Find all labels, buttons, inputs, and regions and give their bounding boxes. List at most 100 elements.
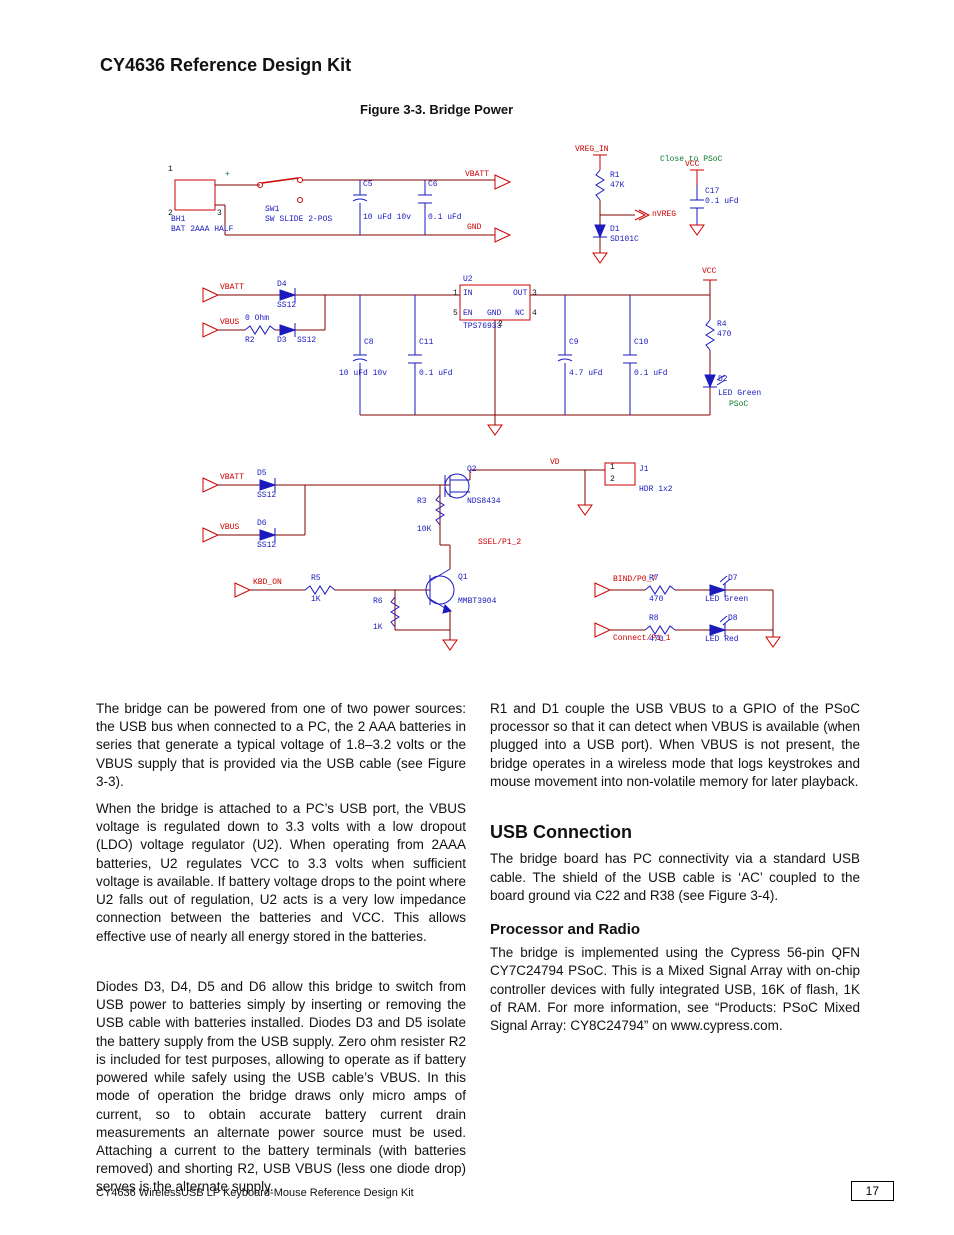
lbl-r3p: 10K (417, 525, 431, 534)
lbl-vbatt: VBATT (465, 170, 489, 179)
proc-para-c: on www.cypress.com. (652, 1018, 783, 1033)
lbl-q1p: MMBT3904 (458, 597, 496, 606)
lbl-sw1: SW1 (265, 205, 279, 214)
lbl-r4r: R4 (717, 320, 727, 329)
plus-sign: + (225, 170, 230, 179)
lbl-vregin: VREG_IN (575, 145, 609, 154)
lbl-u2p: TPS76933 (463, 322, 501, 331)
u2-gnd-n: 2 (498, 320, 503, 329)
lbl-c6r: C6 (428, 180, 438, 189)
lbl-c17r: C17 (705, 187, 719, 196)
lbl-d7r: D7 (728, 574, 738, 583)
lbl-c9r: C9 (569, 338, 579, 347)
lbl-d6r: D6 (257, 519, 267, 528)
lbl-bh1: BH1 (171, 215, 185, 224)
u2-nc: NC (515, 309, 525, 318)
note-psoc: PSoC (729, 400, 748, 409)
lbl-d8r: D8 (728, 614, 738, 623)
para-2: When the bridge is attached to a PC’s US… (96, 800, 466, 946)
lbl-vccout: VCC (702, 267, 716, 276)
lbl-r7p: 470 (649, 595, 663, 604)
lbl-r8r: R8 (649, 614, 659, 623)
lbl-c9p: 4.7 uFd (569, 369, 603, 378)
lbl-c11r: C11 (419, 338, 433, 347)
lbl-kbdon: KBD_ON (253, 578, 282, 587)
lbl-q2p: NDS8434 (467, 497, 501, 506)
lbl-c5p: 10 uFd 10v (363, 213, 411, 222)
lbl-d3r: D3 (277, 336, 287, 345)
j1-pin1: 1 (610, 463, 615, 472)
lbl-d3p: SS12 (297, 336, 316, 345)
page-number: 17 (851, 1181, 894, 1201)
lbl-r5p: 1K (311, 595, 321, 604)
lbl-j1r: J1 (639, 465, 649, 474)
lbl-nvreg: nVREG (652, 210, 676, 219)
u2-en-n: 5 (453, 309, 458, 318)
lbl-d5r: D5 (257, 469, 267, 478)
lbl-vbatt3: VBATT (220, 473, 244, 482)
lbl-c5r: C5 (363, 180, 373, 189)
lbl-r7r: R7 (649, 574, 659, 583)
lbl-sw1p: SW SLIDE 2-POS (265, 215, 332, 224)
lbl-r1r: R1 (610, 171, 620, 180)
proc-head: Processor and Radio (490, 920, 860, 940)
lbl-c10r: C10 (634, 338, 648, 347)
lbl-r1p: 47K (610, 181, 624, 190)
u2-gnd: GND (487, 309, 501, 318)
figure-title: Figure 3-3. Bridge Power (360, 102, 513, 117)
lbl-q1r: Q1 (458, 573, 468, 582)
lbl-gnd: GND (467, 223, 481, 232)
lbl-u2r: U2 (463, 275, 473, 284)
u2-in: IN (463, 289, 473, 298)
lbl-vbus2: VBUS (220, 523, 239, 532)
u2-out-n: 3 (532, 289, 537, 298)
schematic-figure: 1 2 3 BH1 BAT 2AAA HALF + SW1 SW SLIDE 2… (165, 125, 815, 675)
lbl-bh1-pin1: 1 (168, 165, 173, 174)
lbl-ssel: SSEL/P1_2 (478, 538, 521, 547)
lbl-vcc2: VCC (685, 160, 699, 169)
lbl-r3r: R3 (417, 497, 427, 506)
lbl-bh1p: BAT 2AAA HALF (171, 225, 233, 234)
lbl-r2r: R2 (245, 336, 255, 345)
lbl-c17p: 0.1 uFd (705, 197, 739, 206)
lbl-r8p: 470 (649, 635, 663, 644)
footer-text: CY4636 WirelessUSB LP Keyboard-Mouse Ref… (96, 1187, 414, 1199)
para-1: The bridge can be powered from one of tw… (96, 700, 466, 791)
u2-nc-n: 4 (532, 309, 537, 318)
lbl-r6r: R6 (373, 597, 383, 606)
lbl-r5r: R5 (311, 574, 321, 583)
lbl-c11p: 0.1 uFd (419, 369, 453, 378)
lbl-d4p: SS12 (277, 301, 296, 310)
para-3: Diodes D3, D4, D5 and D6 allow this brid… (96, 978, 466, 1197)
lbl-r4p: 470 (717, 330, 731, 339)
page-title: CY4636 Reference Design Kit (100, 55, 351, 76)
usb-para: The bridge board has PC connectivity via… (490, 851, 860, 902)
lbl-vbus-in: VBUS (220, 318, 239, 327)
lbl-bh1-pin3: 3 (217, 209, 222, 218)
lbl-vd: VD (550, 458, 560, 467)
lbl-d5p: SS12 (257, 491, 276, 500)
usb-head: USB Connection (490, 820, 860, 844)
lbl-d7p: LED Green (705, 595, 748, 604)
lbl-c10p: 0.1 uFd (634, 369, 668, 378)
lbl-vbatt-in: VBATT (220, 283, 244, 292)
lbl-d6p: SS12 (257, 541, 276, 550)
para-4: R1 and D1 couple the USB VBUS to a GPIO … (490, 700, 860, 791)
lbl-d1r: D1 (610, 225, 620, 234)
lbl-c8r: C8 (364, 338, 374, 347)
lbl-c6p: 0.1 uFd (428, 213, 462, 222)
schematic-svg (165, 125, 815, 675)
lbl-q2r: Q2 (467, 465, 477, 474)
lbl-d8p: LED Red (705, 635, 739, 644)
lbl-r2p: 0 Ohm (245, 314, 269, 323)
lbl-d2p: LED Green (718, 389, 761, 398)
lbl-d2r: D2 (718, 375, 728, 384)
lbl-j1p: HDR 1x2 (639, 485, 673, 494)
u2-out: OUT (513, 289, 527, 298)
u2-in-n: 1 (453, 289, 458, 298)
lbl-d1p: SD101C (610, 235, 639, 244)
j1-pin2: 2 (610, 475, 615, 484)
lbl-c8p: 10 uFd 10v (339, 369, 387, 378)
lbl-r6p: 1K (373, 623, 383, 632)
lbl-d4r: D4 (277, 280, 287, 289)
